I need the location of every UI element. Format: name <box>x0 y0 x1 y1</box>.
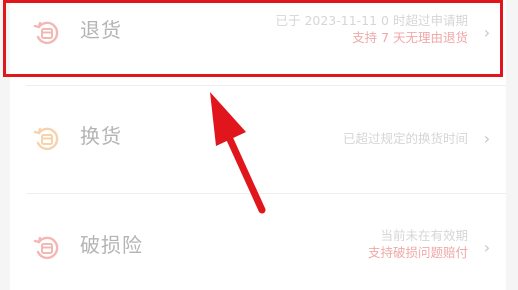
exchange-label: 换货 <box>80 124 122 148</box>
damage-insurance-label: 破损险 <box>80 233 143 257</box>
exchange-option-row[interactable]: 换货 已超过规定的换货时间 › <box>10 98 506 178</box>
damage-insurance-status: 当前未在有效期 支持破损问题赔付 <box>368 227 468 261</box>
chevron-right-icon: › <box>483 238 491 257</box>
divider <box>26 85 506 86</box>
highlight-box <box>3 0 503 77</box>
damage-insurance-icon <box>32 233 62 263</box>
exchange-deadline-text: 已超过规定的换货时间 <box>342 131 468 146</box>
damage-coverage-text: 支持破损问题赔付 <box>367 245 468 260</box>
exchange-box-icon <box>32 124 62 154</box>
divider <box>26 193 506 194</box>
exchange-status: 已超过规定的换货时间 <box>343 130 468 147</box>
damage-validity-text: 当前未在有效期 <box>380 228 468 243</box>
damage-insurance-option-row[interactable]: 破损险 当前未在有效期 支持破损问题赔付 › <box>10 207 506 287</box>
chevron-right-icon: › <box>483 129 491 148</box>
